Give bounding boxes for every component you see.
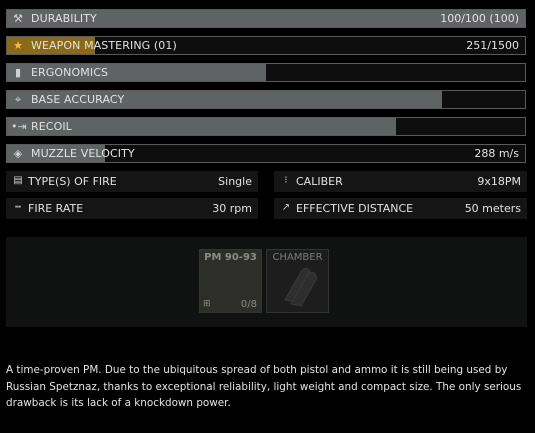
ergonomics-icon: ▮ [14,66,22,79]
wrench-screwdriver-icon: ⚒ [13,12,23,25]
stat-base-accuracy-label: BASE ACCURACY [31,93,125,106]
stat-muzzle-velocity: ◈ MUZZLE VELOCITY 288 m/s [6,144,526,163]
type-of-fire-cell: ▤ TYPE(S) OF FIRE Single [6,171,258,192]
stat-durability-label: DURABILITY [31,12,97,25]
caliber-label: CALIBER [296,175,343,188]
effective-distance-cell: ↗ EFFECTIVE DISTANCE 50 meters [274,198,527,219]
effective-distance-value: 50 meters [464,202,521,215]
magazine-slot-title: PM 90-93 [204,252,257,263]
muzzle-velocity-icon: ◈ [13,147,23,160]
stat-muzzle-velocity-value: 288 m/s [474,147,519,160]
fire-mode-icon: ▤ [13,175,23,186]
stat-recoil: •⇥ RECOIL [6,117,526,136]
chamber-slot[interactable]: CHAMBER [266,249,329,313]
stat-base-accuracy: ⌖ BASE ACCURACY [6,90,526,109]
stat-recoil-label: RECOIL [31,120,72,133]
type-of-fire-label: TYPE(S) OF FIRE [28,175,117,188]
fire-rate-value: 30 rpm [212,202,252,215]
recoil-icon: •⇥ [11,120,27,133]
weapon-slots-panel: PM 90-93 ⊞ 0/8 CHAMBER [6,237,527,327]
stat-weapon-mastering-label: WEAPON MASTERING (01) [31,39,177,52]
mastering-star-icon: ★ [13,39,23,52]
stat-ergonomics: ▮ ERGONOMICS [6,63,526,82]
arrow-up-right-icon: ↗ [281,202,291,213]
effective-distance-label: EFFECTIVE DISTANCE [296,202,414,215]
fire-rate-cell: ┅ FIRE RATE 30 rpm [6,198,258,219]
stat-weapon-mastering: ★ WEAPON MASTERING (01) 251/1500 [6,36,526,55]
stat-weapon-mastering-value: 251/1500 [466,39,519,52]
stat-ergonomics-label: ERGONOMICS [31,66,109,79]
item-description: A time-proven PM. Due to the ubiquitous … [6,364,522,409]
crosshair-icon: ⌖ [14,93,22,106]
caliber-icon: ⁝ [284,175,288,186]
magazine-slot[interactable]: PM 90-93 ⊞ 0/8 [199,249,262,313]
caliber-cell: ⁝ CALIBER 9x18PM [274,171,527,192]
stat-durability: ⚒ DURABILITY 100/100 (100) [6,9,526,28]
stat-durability-value: 100/100 (100) [440,12,519,25]
type-of-fire-value: Single [218,175,252,188]
caliber-value: 9x18PM [477,175,521,188]
fire-rate-label: FIRE RATE [28,202,84,215]
magazine-count: 0/8 [240,299,257,310]
magazine-slot-corner-mark: ⊞ [203,299,211,309]
fire-rate-icon: ┅ [14,202,22,213]
cartridge-icon [284,267,318,307]
stat-muzzle-velocity-label: MUZZLE VELOCITY [31,147,135,160]
